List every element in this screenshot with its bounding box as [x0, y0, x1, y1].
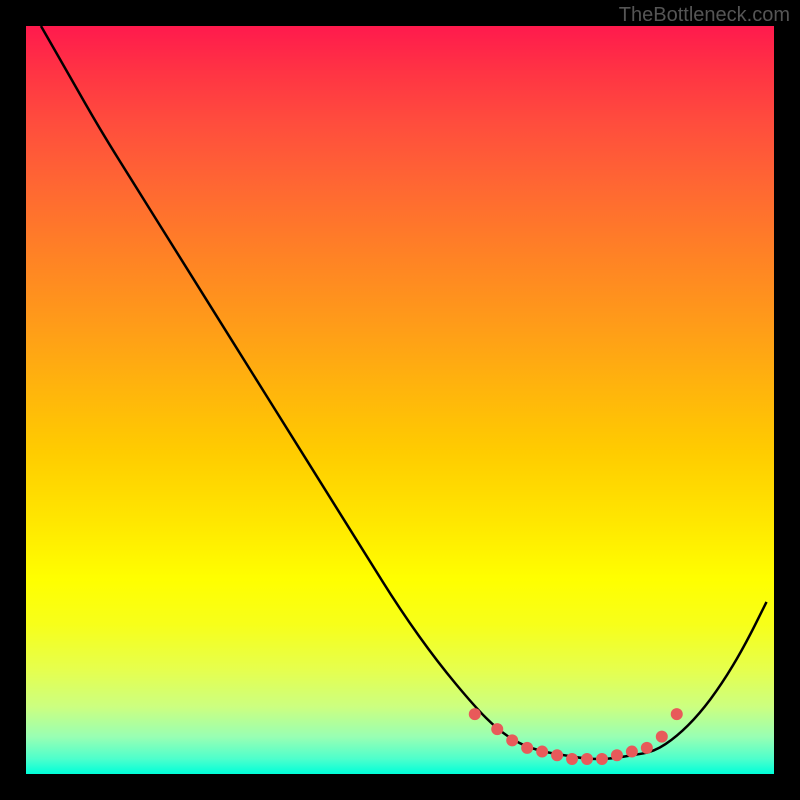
chart-svg	[26, 26, 774, 774]
curve-line	[41, 26, 767, 759]
marker-point	[536, 746, 548, 758]
marker-point	[626, 746, 638, 758]
marker-point	[491, 723, 503, 735]
watermark: TheBottleneck.com	[619, 4, 790, 27]
marker-point	[671, 708, 683, 720]
marker-point	[521, 742, 533, 754]
marker-point	[581, 753, 593, 765]
highlighted-markers	[469, 708, 683, 765]
marker-point	[551, 749, 563, 761]
marker-point	[656, 731, 668, 743]
marker-point	[469, 708, 481, 720]
chart-area	[26, 26, 774, 774]
marker-point	[611, 749, 623, 761]
marker-point	[641, 742, 653, 754]
marker-point	[506, 734, 518, 746]
marker-point	[566, 753, 578, 765]
marker-point	[596, 753, 608, 765]
